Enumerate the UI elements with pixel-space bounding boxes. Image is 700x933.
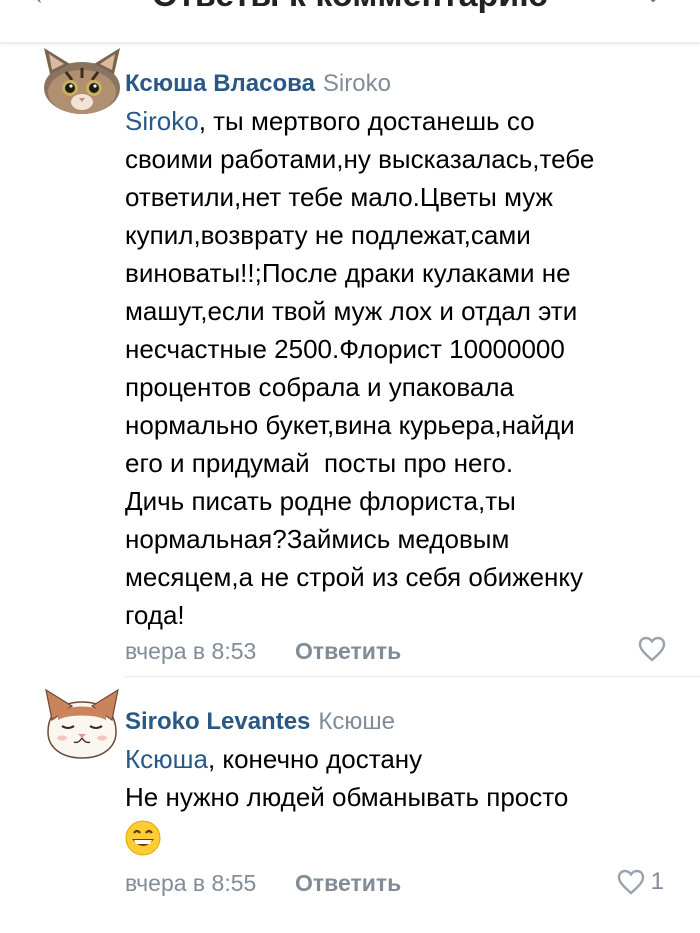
text-line: нормальная?Займись медовым (125, 524, 510, 554)
timestamp: вчера в 8:53 (125, 638, 257, 664)
text-line: несчастные 2500.Флорист 10000000 (125, 334, 565, 364)
mention-link[interactable]: Siroko (125, 106, 199, 136)
grinning-face-emoji-icon (125, 820, 161, 856)
comment-header: Ксюша Власова Siroko (125, 68, 670, 100)
like-button[interactable] (638, 636, 666, 662)
text-line: виноваты!!;После драки кулаками не (125, 258, 571, 288)
text-line: своими работами,ну высказалась,тебе (125, 144, 595, 174)
reply-button[interactable]: Ответить (295, 870, 401, 897)
text-line: ответили,нет тебе мало.Цветы муж (125, 182, 553, 212)
text-line: Дичь писать родне флориста,ты (125, 486, 516, 516)
divider (125, 676, 700, 677)
author-name[interactable]: Ксюша Власова (125, 70, 315, 97)
text-line: процентов собрала и упаковала (125, 372, 514, 402)
text-fragment: , конечно достану (207, 744, 423, 774)
cat-avatar-tabby-icon (44, 48, 120, 114)
chevron-down-icon[interactable]: ⌄ (642, 0, 664, 9)
avatar[interactable] (40, 686, 124, 762)
text-line: нормально букет,вина курьера,найди (125, 410, 575, 440)
author-name[interactable]: Siroko Levantes (125, 708, 310, 735)
text-line: Не нужно людей обманывать просто (125, 782, 569, 812)
comment-footer: вчера в 8:53 Ответить (125, 636, 666, 668)
text-line (125, 816, 670, 856)
comment-footer: вчера в 8:55 Ответить 1 (125, 868, 664, 900)
mention-link[interactable]: Ксюша (125, 744, 208, 774)
comment-text: Ксюша, конечно достану Не нужно людей об… (125, 740, 670, 856)
comment-text: Siroko, ты мертвого достанешь со своими р… (125, 102, 670, 634)
reply-to-name[interactable]: Siroko (323, 70, 391, 97)
comment-body: Siroko Levantes Ксюше Ксюша, конечно дост… (125, 706, 670, 856)
text-line: Ксюша, конечно достану (125, 740, 670, 778)
heart-icon (638, 636, 666, 662)
reply-button[interactable]: Ответить (295, 638, 401, 665)
text-line: купил,возврату не подлежат,сами (125, 220, 531, 250)
comment-header: Siroko Levantes Ксюше (125, 706, 670, 738)
top-bar: ← Ответы к комментарию ⌄ (0, 0, 700, 42)
text-line: машут,если твой муж лох и отдал эти (125, 296, 578, 326)
heart-icon (617, 869, 644, 895)
page-title: Ответы к комментарию (0, 0, 700, 15)
cat-avatar-drawn-icon (45, 688, 119, 759)
text-line: Siroko, ты мертвого достанешь со (125, 102, 670, 140)
text-fragment: , ты мертвого достанешь со (198, 106, 535, 136)
text-line: года! (125, 600, 185, 630)
comment-body: Ксюша Власова Siroko Siroko, ты мертвого … (125, 68, 670, 634)
text-line: месяцем,а не строй из себя обиженку (125, 562, 584, 592)
like-count: 1 (650, 868, 664, 895)
like-button[interactable]: 1 (617, 868, 664, 896)
comment-item: Ксюша Власова Siroko Siroko, ты мертвого … (0, 48, 700, 678)
avatar[interactable] (40, 44, 124, 120)
timestamp: вчера в 8:55 (125, 870, 257, 896)
text-line: его и придумай посты про него. (125, 448, 514, 478)
comment-item: Siroko Levantes Ксюше Ксюша, конечно дост… (0, 686, 700, 926)
reply-to-name[interactable]: Ксюше (318, 708, 395, 735)
